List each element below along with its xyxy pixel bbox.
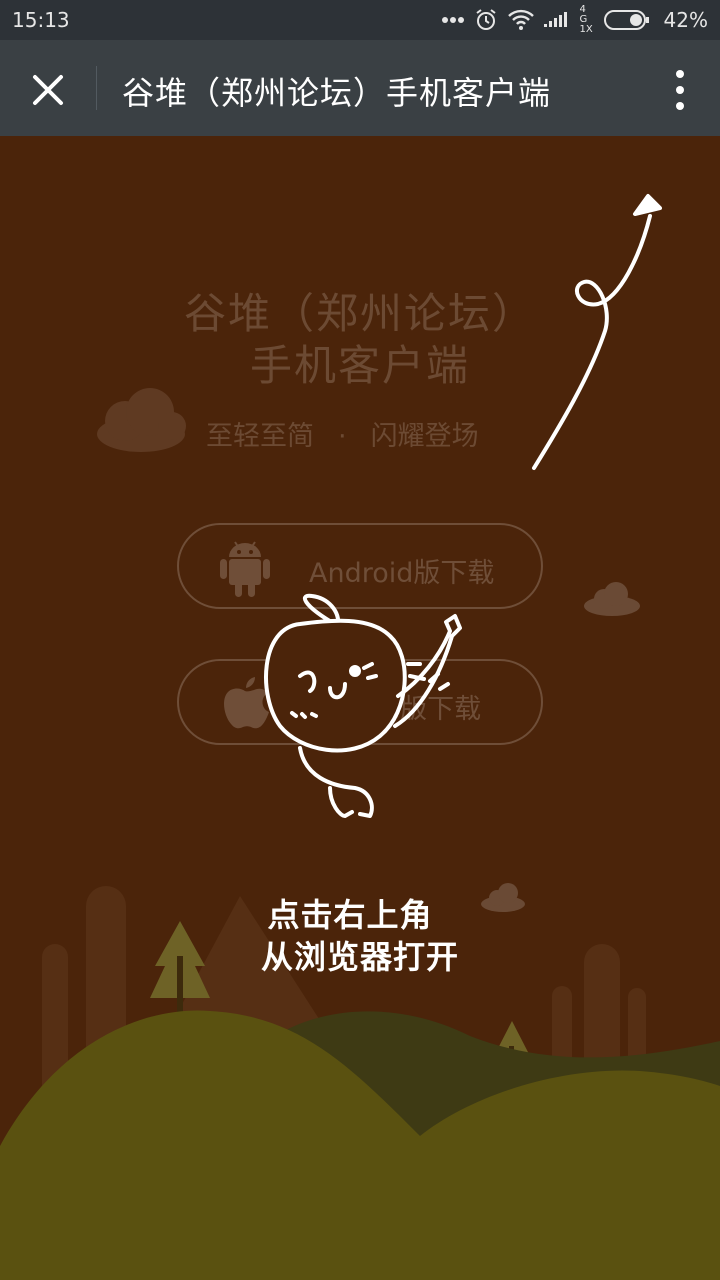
more-dots-icon <box>441 17 464 23</box>
status-time: 15:13 <box>12 8 70 32</box>
battery-icon <box>603 10 649 30</box>
signal-icon <box>543 12 567 27</box>
arrow-icon <box>532 194 662 470</box>
wifi-icon <box>507 9 534 30</box>
alarm-icon <box>475 9 496 30</box>
title-bar: 谷堆（郑州论坛）手机客户端 <box>0 40 720 136</box>
battery-percentage: 42% <box>663 8 708 32</box>
page-title: 谷堆（郑州论坛）手机客户端 <box>122 74 552 112</box>
more-options-button[interactable] <box>670 66 690 114</box>
more-vertical-icon <box>676 70 684 78</box>
promo-content: 谷堆（郑州论坛） 手机客户端 至轻至简·闪耀登场 Android版下载 iPho… <box>0 136 720 1280</box>
open-in-browser-illustration <box>264 194 662 818</box>
close-icon <box>33 75 63 105</box>
status-bar: 15:13 4G 1X 42% <box>0 0 720 40</box>
mascot-character <box>264 593 462 818</box>
network-type: 4G 1X <box>579 4 593 35</box>
open-hint-line1: 点击右上角 <box>267 896 433 934</box>
status-icons: 4G 1X 42% <box>441 4 708 35</box>
open-hint-line2: 从浏览器打开 <box>260 938 459 976</box>
title-divider <box>96 66 97 110</box>
close-button[interactable] <box>22 66 74 114</box>
